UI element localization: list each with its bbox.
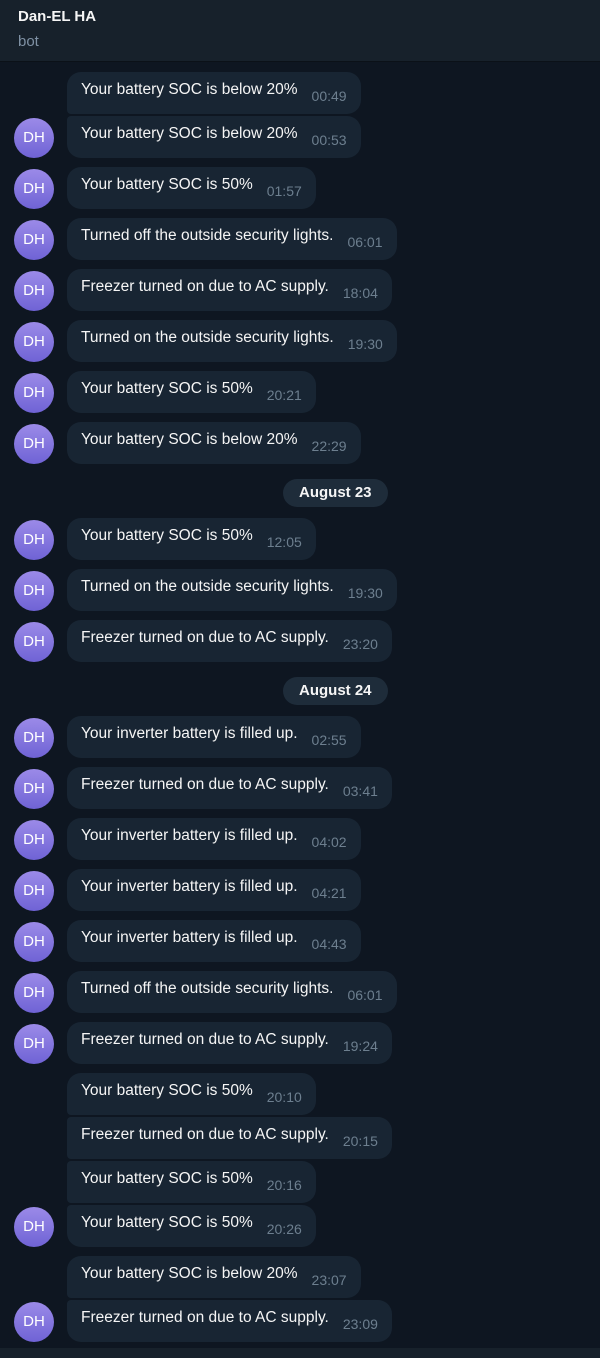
message-bubble[interactable]: Your inverter battery is filled up. 04:21 <box>67 869 361 911</box>
message-text: Turned on the outside security lights. <box>81 329 334 346</box>
avatar[interactable]: DH <box>14 922 54 962</box>
message-text: Freezer turned on due to AC supply. <box>81 278 329 295</box>
message-time: 22:29 <box>311 438 347 454</box>
message-text: Your battery SOC is 50% <box>81 527 253 544</box>
message-time: 23:20 <box>342 636 378 652</box>
avatar[interactable]: DH <box>14 373 54 413</box>
message-time: 00:53 <box>311 132 347 148</box>
avatar[interactable]: DH <box>14 118 54 158</box>
message-text: Your battery SOC is 50% <box>81 1082 253 1099</box>
message-time: 03:41 <box>342 783 378 799</box>
message-time: 04:43 <box>311 936 347 952</box>
message-text: Turned off the outside security lights. <box>81 227 334 244</box>
message-time: 18:04 <box>342 285 378 301</box>
composer-edge <box>0 1348 600 1358</box>
avatar[interactable]: DH <box>14 871 54 911</box>
message-text: Freezer turned on due to AC supply. <box>81 1309 329 1326</box>
avatar[interactable]: DH <box>14 220 54 260</box>
message-bubble[interactable]: Your inverter battery is filled up. 02:55 <box>67 716 361 758</box>
message-text: Turned off the outside security lights. <box>81 980 334 997</box>
message-text: Freezer turned on due to AC supply. <box>81 1126 329 1143</box>
message-bubble[interactable]: Your battery SOC is 50% 12:05 <box>67 518 316 560</box>
avatar[interactable]: DH <box>14 169 54 209</box>
chat-window: Dan-EL HA bot Your battery SOC is below … <box>0 0 600 1358</box>
message-bubble[interactable]: Your battery SOC is 50% 01:57 <box>67 167 316 209</box>
message-text: Your battery SOC is 50% <box>81 176 253 193</box>
message-time: 02:55 <box>311 732 347 748</box>
message-time: 23:07 <box>311 1272 347 1288</box>
message-bubble[interactable]: Freezer turned on due to AC supply. 20:15 <box>67 1117 392 1159</box>
message-bubble[interactable]: Your inverter battery is filled up. 04:43 <box>67 920 361 962</box>
message-bubble[interactable]: Your battery SOC is 50% 20:21 <box>67 371 316 413</box>
avatar[interactable]: DH <box>14 1302 54 1342</box>
message-time: 19:30 <box>347 585 383 601</box>
message-time: 20:10 <box>266 1089 302 1105</box>
message-bubble[interactable]: Freezer turned on due to AC supply. 19:24 <box>67 1022 392 1064</box>
message-time: 00:49 <box>311 88 347 104</box>
message-text: Your battery SOC is below 20% <box>81 81 298 98</box>
message-text: Your inverter battery is filled up. <box>81 929 298 946</box>
message-text: Turned on the outside security lights. <box>81 578 334 595</box>
message-text: Your battery SOC is 50% <box>81 1214 253 1231</box>
avatar[interactable]: DH <box>14 1207 54 1247</box>
message-text: Your inverter battery is filled up. <box>81 725 298 742</box>
message-bubble[interactable]: Your battery SOC is below 20% 22:29 <box>67 422 361 464</box>
message-bubble[interactable]: Turned off the outside security lights. 0… <box>67 218 397 260</box>
message-time: 04:21 <box>311 885 347 901</box>
message-bubble[interactable]: Your battery SOC is 50% 20:26 <box>67 1205 316 1247</box>
avatar[interactable]: DH <box>14 769 54 809</box>
message-text: Your battery SOC is 50% <box>81 380 253 397</box>
message-bubble[interactable]: Turned on the outside security lights. 19… <box>67 320 397 362</box>
chat-subtitle: bot <box>18 33 39 50</box>
message-bubble[interactable]: Your battery SOC is below 20% 23:07 <box>67 1256 361 1298</box>
avatar[interactable]: DH <box>14 424 54 464</box>
message-text: Freezer turned on due to AC supply. <box>81 1031 329 1048</box>
message-time: 20:21 <box>266 387 302 403</box>
avatar[interactable]: DH <box>14 271 54 311</box>
message-time: 20:16 <box>266 1177 302 1193</box>
message-bubble[interactable]: Your battery SOC is below 20% 00:49 <box>67 72 361 114</box>
message-text: Your battery SOC is below 20% <box>81 125 298 142</box>
avatar[interactable]: DH <box>14 520 54 560</box>
message-bubble[interactable]: Your battery SOC is 50% 20:16 <box>67 1161 316 1203</box>
avatar[interactable]: DH <box>14 622 54 662</box>
message-time: 23:09 <box>342 1316 378 1332</box>
message-text: Freezer turned on due to AC supply. <box>81 629 329 646</box>
message-bubble[interactable]: Your battery SOC is below 20% 00:53 <box>67 116 361 158</box>
avatar[interactable]: DH <box>14 322 54 362</box>
message-time: 20:26 <box>266 1221 302 1237</box>
message-text: Your inverter battery is filled up. <box>81 878 298 895</box>
date-separator: August 24 <box>283 677 388 705</box>
message-bubble[interactable]: Turned off the outside security lights. 0… <box>67 971 397 1013</box>
message-time: 06:01 <box>347 987 383 1003</box>
message-text: Freezer turned on due to AC supply. <box>81 776 329 793</box>
message-time: 19:24 <box>342 1038 378 1054</box>
message-bubble[interactable]: Your inverter battery is filled up. 04:02 <box>67 818 361 860</box>
message-bubble[interactable]: Freezer turned on due to AC supply. 23:09 <box>67 1300 392 1342</box>
message-bubble[interactable]: Your battery SOC is 50% 20:10 <box>67 1073 316 1115</box>
message-bubble[interactable]: Freezer turned on due to AC supply. 18:04 <box>67 269 392 311</box>
avatar[interactable]: DH <box>14 571 54 611</box>
chat-title: Dan-EL HA <box>18 8 97 25</box>
message-time: 04:02 <box>311 834 347 850</box>
message-text: Your battery SOC is below 20% <box>81 1265 298 1282</box>
avatar[interactable]: DH <box>14 1024 54 1064</box>
message-bubble[interactable]: Freezer turned on due to AC supply. 03:41 <box>67 767 392 809</box>
chat-header[interactable]: Dan-EL HA bot <box>0 0 600 62</box>
avatar[interactable]: DH <box>14 973 54 1013</box>
message-text: Your battery SOC is 50% <box>81 1170 253 1187</box>
message-time: 20:15 <box>342 1133 378 1149</box>
message-text: Your battery SOC is below 20% <box>81 431 298 448</box>
message-time: 01:57 <box>266 183 302 199</box>
avatar[interactable]: DH <box>14 718 54 758</box>
date-separator: August 23 <box>283 479 388 507</box>
message-bubble[interactable]: Freezer turned on due to AC supply. 23:20 <box>67 620 392 662</box>
message-time: 19:30 <box>347 336 383 352</box>
avatar[interactable]: DH <box>14 820 54 860</box>
message-bubble[interactable]: Turned on the outside security lights. 19… <box>67 569 397 611</box>
message-time: 06:01 <box>347 234 383 250</box>
message-text: Your inverter battery is filled up. <box>81 827 298 844</box>
message-time: 12:05 <box>266 534 302 550</box>
